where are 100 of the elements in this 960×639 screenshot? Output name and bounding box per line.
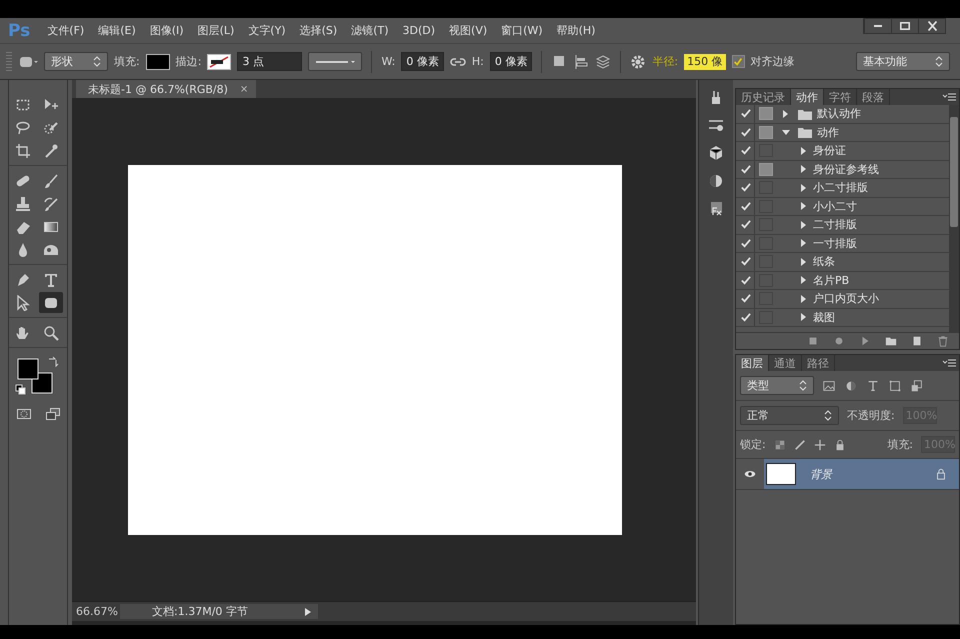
trash-icon[interactable] <box>937 335 949 347</box>
opacity-label: 不透明度: <box>847 408 895 423</box>
layer-row[interactable]: 背景 <box>764 459 959 489</box>
menu-item[interactable]: 文字(Y) <box>241 23 293 38</box>
panel-tab[interactable]: 段落 <box>857 89 890 105</box>
menu-item[interactable]: 编辑(E) <box>91 23 143 38</box>
menu-item[interactable]: 3D(D) <box>396 24 442 37</box>
action-row[interactable]: 户口内页大小 <box>736 290 949 308</box>
action-row[interactable]: 动作 <box>736 124 949 142</box>
dialog-toggle[interactable] <box>759 162 773 176</box>
width-field[interactable]: 0 像素 <box>401 52 444 71</box>
panel-tab[interactable]: 动作 <box>791 89 824 105</box>
lock-all-icon[interactable] <box>834 438 846 450</box>
panel-tab[interactable]: 路径 <box>802 355 835 371</box>
menu-item[interactable]: 视图(V) <box>442 23 494 38</box>
adjustment-filter-icon[interactable] <box>844 378 858 392</box>
align-edges-checkbox[interactable] <box>732 55 745 68</box>
menu-item[interactable]: 窗口(W) <box>494 23 550 38</box>
fill-swatch[interactable] <box>146 54 170 70</box>
stroke-style-dropdown[interactable] <box>308 52 362 71</box>
action-name: 裁图 <box>813 310 835 325</box>
minimize-icon <box>874 25 882 27</box>
menu-item[interactable]: 图像(I) <box>142 23 191 38</box>
action-name: 户口内页大小 <box>813 291 879 306</box>
adjustment-icon <box>708 173 724 189</box>
action-row[interactable]: 纸条 <box>736 253 949 272</box>
path-alignment-icon[interactable] <box>573 54 590 70</box>
quick-mask-icon[interactable] <box>16 406 32 422</box>
new-item-icon[interactable] <box>911 335 923 347</box>
document-info-bar[interactable]: 文档:1.37M/0 字节 <box>120 604 318 619</box>
record-icon[interactable] <box>833 335 845 347</box>
shape-filter-icon[interactable] <box>888 378 902 392</box>
brush-icon <box>43 172 59 188</box>
type-icon <box>43 272 59 288</box>
zoom-icon <box>43 324 59 340</box>
document-tab[interactable]: 未标题-1 @ 66.7%(RGB/8) × <box>76 80 256 98</box>
document-info: 文档:1.37M/0 字节 <box>152 604 248 619</box>
action-row[interactable]: 默认动作 <box>736 105 949 124</box>
image-filter-icon[interactable] <box>822 378 836 392</box>
stroke-label: 描边: <box>176 54 202 69</box>
selected-tool-button[interactable] <box>39 292 63 313</box>
lock-position-icon[interactable] <box>814 438 826 450</box>
action-name: 身份证参考线 <box>813 162 879 177</box>
maximize-icon <box>900 22 910 30</box>
color-swatches-icon[interactable] <box>16 357 53 394</box>
dialog-toggle[interactable] <box>759 107 773 120</box>
action-row[interactable]: 身份证 <box>736 142 949 160</box>
stroke-width-field[interactable]: 3 点 <box>237 52 302 71</box>
pen-icon <box>15 272 31 288</box>
menu-item[interactable]: 帮助(H) <box>550 23 602 38</box>
mode-dropdown[interactable]: 形状 <box>44 52 108 71</box>
stop-icon[interactable] <box>807 335 819 347</box>
action-row[interactable]: 裁图 <box>736 308 949 327</box>
minimize-button[interactable] <box>864 19 891 33</box>
stamp-icon <box>15 196 31 212</box>
align-edges-label: 对齐边缘 <box>750 54 795 69</box>
cube-icon <box>708 145 724 161</box>
action-row[interactable]: 小小二寸 <box>736 198 949 216</box>
filter-dropdown[interactable]: 类型 <box>740 376 814 395</box>
hand-icon <box>15 324 31 340</box>
action-row[interactable]: 身份证参考线 <box>736 160 949 179</box>
collapse-triangle-icon[interactable] <box>781 127 791 138</box>
action-name: 小二寸排版 <box>813 180 868 196</box>
action-row[interactable]: 小二寸排版 <box>736 179 949 198</box>
screen-mode-icon[interactable] <box>44 406 60 422</box>
menu-item[interactable]: 选择(S) <box>292 23 344 38</box>
tab-close-button[interactable]: × <box>240 84 248 94</box>
spinner-icon <box>935 56 943 67</box>
menu-item[interactable]: 滤镜(T) <box>344 23 396 38</box>
close-button[interactable] <box>918 19 945 33</box>
crop-icon <box>15 142 31 158</box>
lock-transparency-icon[interactable] <box>774 438 786 450</box>
lock-pixels-icon[interactable] <box>794 438 806 450</box>
close-icon <box>928 21 936 31</box>
fill-label: 填充: <box>887 437 913 452</box>
height-field[interactable]: 0 像素 <box>490 52 532 71</box>
workspace-dropdown[interactable]: 基本功能 <box>856 52 950 71</box>
dialog-toggle[interactable] <box>759 126 773 139</box>
action-name: 动作 <box>817 124 839 140</box>
panel-tab[interactable]: 图层 <box>736 355 769 371</box>
scrollbar[interactable] <box>949 105 959 332</box>
folder-icon[interactable] <box>885 335 897 347</box>
smart-object-filter-icon[interactable] <box>910 378 924 392</box>
panel-tab[interactable]: 字符 <box>824 89 857 105</box>
spinner-icon <box>824 410 832 421</box>
lasso-icon <box>15 120 31 136</box>
maximize-button[interactable] <box>891 19 918 33</box>
menu-item[interactable]: 文件(F) <box>40 23 92 38</box>
radius-field[interactable]: 150 像 <box>684 54 726 70</box>
settings-icon[interactable] <box>630 54 646 70</box>
fill-label: 填充: <box>114 54 140 69</box>
path-arrangement-icon[interactable] <box>595 54 612 70</box>
blend-mode-dropdown[interactable]: 正常 <box>740 406 839 425</box>
action-row[interactable]: 二寸排版 <box>736 216 949 234</box>
menu-item[interactable]: 图层(L) <box>190 23 242 38</box>
panel-tab[interactable]: 通道 <box>769 355 802 371</box>
action-row[interactable]: 名片PB <box>736 272 949 290</box>
stroke-swatch[interactable] <box>207 54 232 70</box>
action-row[interactable]: 一寸排版 <box>736 234 949 253</box>
type-filter-icon[interactable] <box>866 378 880 392</box>
